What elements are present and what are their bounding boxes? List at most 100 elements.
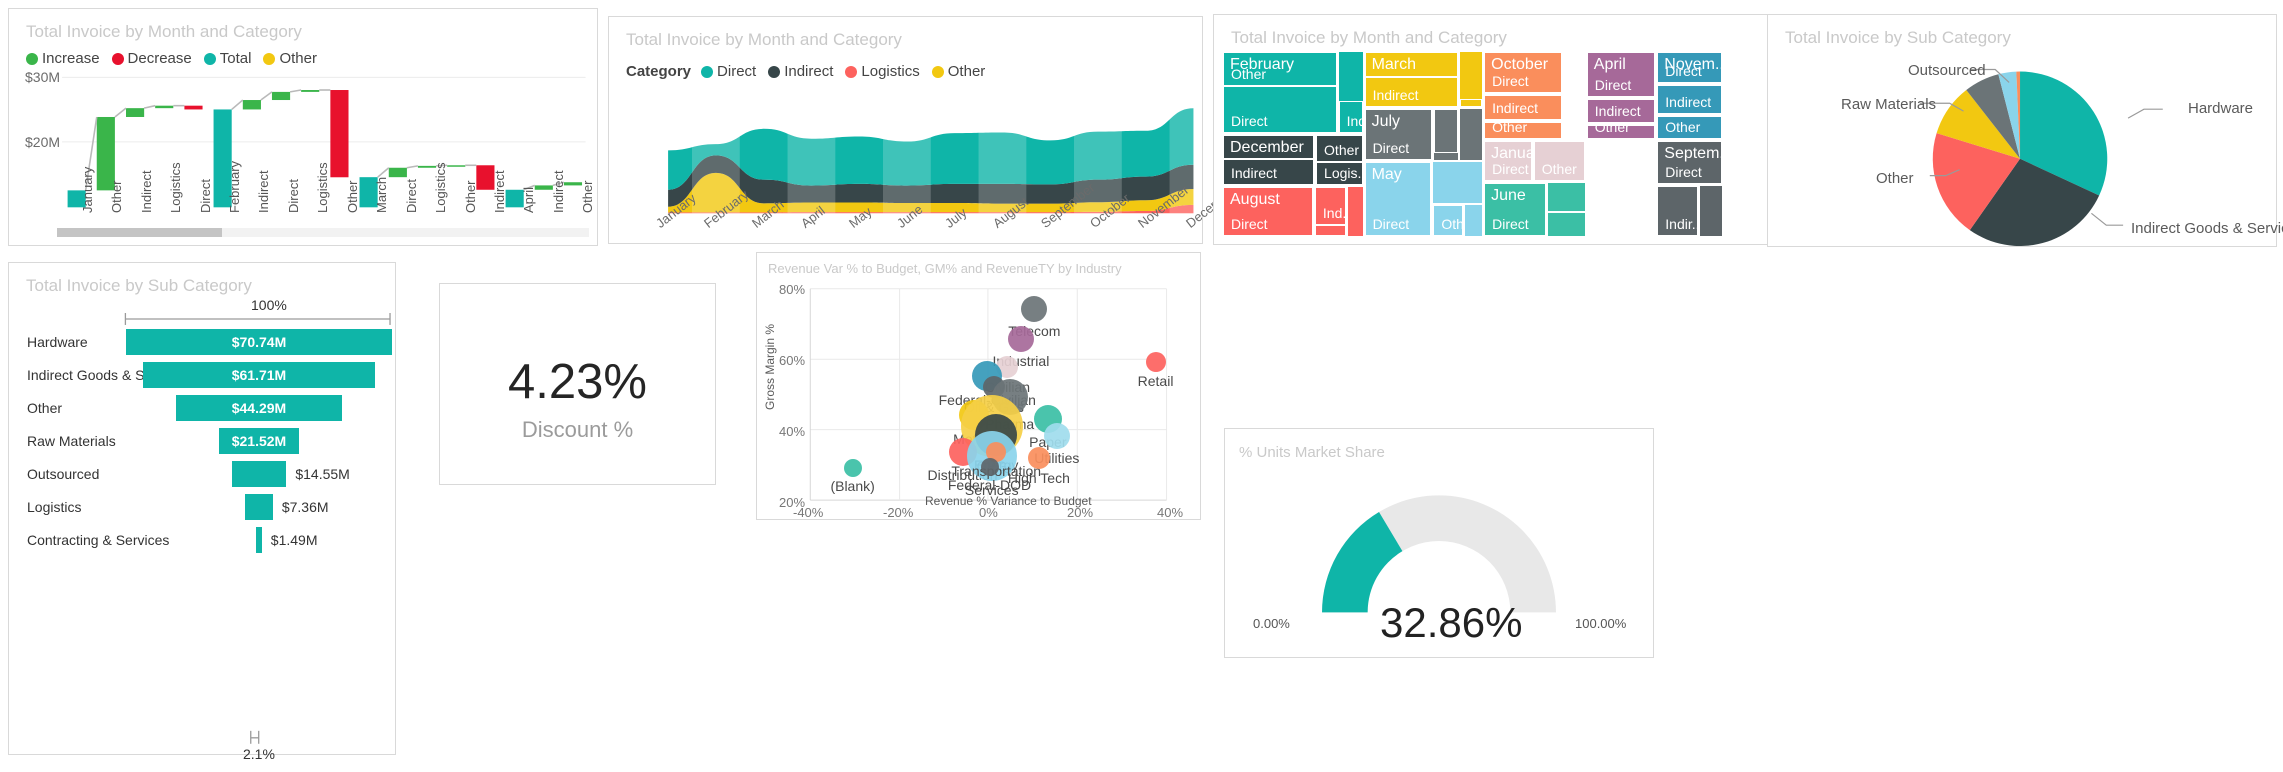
- treemap-cell[interactable]: Other: [1483, 120, 1564, 141]
- treemap-subcell[interactable]: Other: [1484, 121, 1563, 140]
- treemap-category-label: Direct: [1492, 215, 1529, 232]
- treemap-cell[interactable]: [1346, 185, 1364, 237]
- scatter-bubble[interactable]: [1027, 446, 1050, 469]
- funnel-bar[interactable]: [245, 494, 273, 520]
- treemap-cell[interactable]: [1432, 160, 1484, 204]
- treemap-category-label: Other: [1665, 119, 1701, 136]
- treemap-cell[interactable]: Septem...Direct: [1656, 140, 1723, 185]
- treemap-subcell[interactable]: Other: [1433, 204, 1463, 236]
- treemap-cell[interactable]: [1463, 203, 1484, 237]
- treemap-cell[interactable]: Other: [1432, 203, 1464, 237]
- treemap-cell[interactable]: Ind...: [1337, 51, 1364, 134]
- treemap-subcell[interactable]: Direct: [1223, 86, 1337, 133]
- treemap-cell[interactable]: Indirect: [1483, 93, 1564, 121]
- treemap-cell[interactable]: December Indirect: [1222, 133, 1316, 186]
- funnel-bar[interactable]: [256, 527, 262, 553]
- treemap-cell[interactable]: May Direct: [1363, 160, 1433, 237]
- treemap-cell[interactable]: [1432, 107, 1459, 161]
- treemap-subcell[interactable]: Other: [1533, 141, 1585, 182]
- treemap-cell[interactable]: August Direct: [1222, 185, 1314, 237]
- treemap-subcell[interactable]: Direct: [1223, 186, 1313, 236]
- waterfall-xlabel: March: [374, 176, 390, 213]
- treemap-category-label: Ind...: [1322, 205, 1345, 222]
- treemap-subcell[interactable]: Logis...: [1316, 162, 1363, 185]
- panel-bubble-scatter[interactable]: Revenue Var % to Budget, GM% and Revenue…: [756, 252, 1201, 520]
- treemap-category-label: Direct: [1594, 76, 1632, 93]
- pie-plot[interactable]: [1768, 15, 2276, 246]
- treemap-cell[interactable]: April Direct: [1585, 51, 1657, 98]
- treemap-subcell[interactable]: [1460, 98, 1483, 107]
- funnel-bar[interactable]: $21.52M: [218, 428, 300, 454]
- treemap-cell[interactable]: [1547, 182, 1586, 212]
- treemap-cell[interactable]: [1459, 51, 1484, 108]
- scatter-bubble[interactable]: [1007, 325, 1034, 352]
- treemap-subcell[interactable]: Indirect: [1484, 94, 1563, 120]
- treemap-subcell[interactable]: Other: [1657, 116, 1722, 140]
- panel-gauge[interactable]: % Units Market Share 32.86% 0.00% 100.00…: [1224, 428, 1654, 658]
- treemap-subcell[interactable]: [1223, 134, 1315, 159]
- funnel-category-label: Raw Materials: [27, 433, 116, 449]
- treemap-cell[interactable]: [1698, 184, 1723, 237]
- treemap-subcell[interactable]: Other: [1586, 124, 1656, 140]
- scatter-bubble[interactable]: [980, 457, 999, 476]
- scatter-bubble[interactable]: [1145, 351, 1166, 372]
- treemap-cell[interactable]: Other: [1656, 115, 1723, 141]
- treemap-subcell[interactable]: Direct: [1364, 108, 1432, 160]
- scatter-bubble[interactable]: [1043, 423, 1070, 450]
- treemap-cell[interactable]: Indir...: [1656, 184, 1699, 237]
- treemap-cell[interactable]: [1458, 107, 1484, 161]
- treemap-subcell[interactable]: Indirect: [1364, 77, 1459, 107]
- treemap-subcell[interactable]: Direct: [1364, 161, 1432, 236]
- treemap-cell[interactable]: October Direct: [1483, 51, 1564, 94]
- waterfall-xlabel: Direct: [285, 179, 301, 213]
- panel-kpi-discount[interactable]: 4.23% Discount %: [439, 283, 716, 485]
- panel-stacked-area[interactable]: Total Invoice by Month and Category Cate…: [608, 16, 1239, 244]
- treemap-subcell[interactable]: Ind...: [1314, 186, 1346, 226]
- treemap-cell[interactable]: February Other Direct: [1222, 51, 1338, 134]
- funnel-bar[interactable]: $44.29M: [175, 395, 343, 421]
- treemap-cell[interactable]: March Indirect: [1363, 51, 1460, 108]
- treemap-cell[interactable]: Indirect: [1585, 97, 1657, 124]
- treemap-subcell[interactable]: Direct: [1484, 52, 1563, 93]
- treemap-cell[interactable]: Other: [1585, 123, 1657, 141]
- treemap-cell[interactable]: JanuaryDirect: [1483, 140, 1533, 183]
- panel-funnel[interactable]: Total Invoice by Sub Category 100% Hardw…: [8, 262, 396, 762]
- treemap-category-label: Direct: [1492, 161, 1529, 178]
- waterfall-scrollbar-thumb[interactable]: [57, 228, 222, 237]
- treemap-subcell[interactable]: Direct: [1484, 141, 1532, 182]
- scatter-bubble-label: Retail: [1137, 372, 1174, 389]
- waterfall-plot[interactable]: [9, 9, 597, 245]
- treemap-subcell[interactable]: Indirect: [1657, 84, 1722, 115]
- pie-label-other: Other: [1876, 170, 1914, 187]
- panel-pie[interactable]: Total Invoice by Sub Category Hardware I…: [1767, 14, 2283, 247]
- treemap-cell[interactable]: June Direct: [1483, 182, 1548, 237]
- treemap-subcell[interactable]: Direct: [1657, 52, 1722, 83]
- treemap-subcell[interactable]: Indirect: [1223, 158, 1315, 185]
- scatter-bubble[interactable]: [843, 459, 862, 478]
- treemap-subcell[interactable]: [1433, 108, 1458, 153]
- treemap-subcell[interactable]: [1364, 52, 1459, 78]
- scatter-bubble[interactable]: [1021, 295, 1048, 322]
- panel-waterfall[interactable]: Total Invoice by Month and Category Incr…: [8, 8, 598, 246]
- treemap-cell[interactable]: Other Logis...: [1315, 133, 1364, 186]
- treemap-subcell[interactable]: Other: [1223, 52, 1337, 86]
- panel-treemap[interactable]: Total Invoice by Month and Category Febr…: [1213, 14, 1793, 245]
- funnel-bar[interactable]: $70.74M: [126, 329, 392, 355]
- funnel-bar[interactable]: [231, 461, 287, 487]
- treemap-subcell[interactable]: Indirect: [1586, 98, 1656, 123]
- treemap-subcell[interactable]: Ind...: [1338, 100, 1363, 133]
- treemap-plot[interactable]: FebruaryOtherDirectInd...DecemberIndirec…: [1222, 51, 1786, 237]
- treemap-subcell[interactable]: Direct: [1484, 183, 1547, 236]
- treemap-subcell[interactable]: [1314, 225, 1346, 236]
- treemap-subcell[interactable]: Indir...: [1657, 185, 1698, 236]
- treemap-subcell[interactable]: Direct: [1586, 52, 1656, 97]
- treemap-cell[interactable]: Other: [1532, 140, 1586, 183]
- funnel-bar[interactable]: $61.71M: [142, 362, 375, 388]
- treemap-subcell[interactable]: Direct: [1657, 141, 1722, 184]
- treemap-cell[interactable]: Ind...: [1313, 185, 1347, 237]
- treemap-cell[interactable]: Novem... Direct: [1656, 51, 1723, 84]
- treemap-subcell[interactable]: Other: [1316, 134, 1363, 163]
- treemap-cell[interactable]: [1547, 211, 1586, 237]
- treemap-cell[interactable]: July Direct: [1363, 107, 1433, 161]
- treemap-cell[interactable]: Indirect: [1656, 83, 1723, 116]
